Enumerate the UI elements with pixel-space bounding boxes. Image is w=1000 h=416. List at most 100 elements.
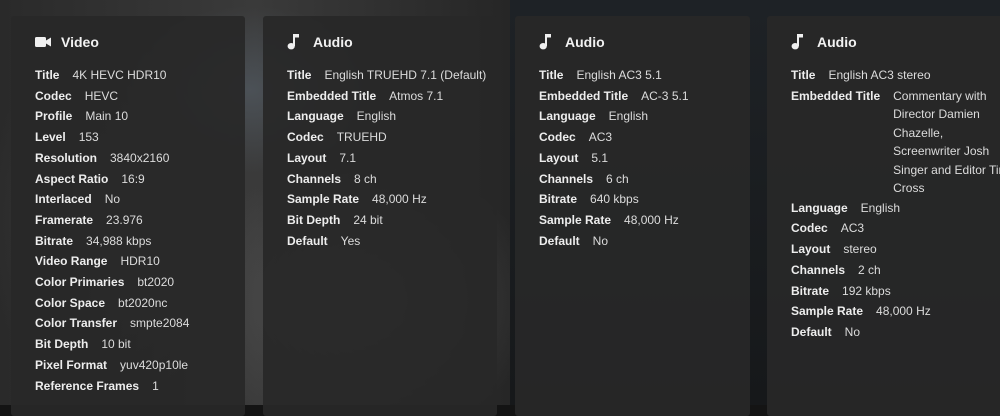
property-label: Embedded Title <box>539 88 629 103</box>
stream-property-row: Level 153 <box>35 127 245 148</box>
property-value: Atmos 7.1 <box>389 88 444 103</box>
property-label: Title <box>35 68 60 82</box>
stream-property-row: Layout stereo <box>791 239 1000 260</box>
card-header: Audio <box>287 33 497 51</box>
stream-property-row: Language English <box>539 106 750 127</box>
property-value: bt2020nc <box>118 295 168 310</box>
stream-property-row: Default No <box>791 322 1000 343</box>
stream-property-row: Channels 8 ch <box>287 169 497 190</box>
stream-property-row: Codec AC3 <box>791 218 1000 239</box>
stream-property-row: Resolution 3840x2160 <box>35 148 245 169</box>
card-header: Audio <box>539 33 750 51</box>
property-value: Main 10 <box>85 109 129 124</box>
stream-property-row: Title English AC3 5.1 <box>539 65 750 86</box>
property-label: Codec <box>35 88 72 103</box>
stream-property-row: Aspect Ratio 16:9 <box>35 169 245 190</box>
stream-property-row: Color Transfer smpte2084 <box>35 313 245 334</box>
property-value: 8 ch <box>354 171 377 186</box>
stream-property-row: Layout 5.1 <box>539 148 750 169</box>
audio-stream-card: Audio Title English TRUEHD 7.1 (Default) Em… <box>263 16 497 416</box>
stream-property-row: Sample Rate 48,000 Hz <box>791 301 1000 322</box>
property-label: Language <box>287 109 344 124</box>
stream-property-row: Bit Depth 10 bit <box>35 334 245 355</box>
stream-property-row: Bit Depth 24 bit <box>287 210 497 231</box>
stream-property-row: Title English AC3 stereo <box>791 65 1000 86</box>
property-value: 48,000 Hz <box>372 192 427 207</box>
property-value: English <box>608 109 649 124</box>
stream-property-row: Default Yes <box>287 231 497 252</box>
property-value: 34,988 kbps <box>86 233 152 248</box>
stream-property-row: Language English <box>287 106 497 127</box>
property-value: smpte2084 <box>130 316 190 331</box>
property-label: Title <box>791 68 816 82</box>
property-label: Sample Rate <box>791 304 864 319</box>
property-value: 24 bit <box>353 212 383 227</box>
property-label: Embedded Title <box>287 88 377 103</box>
property-value: AC3 <box>588 130 613 145</box>
stream-property-row: Bitrate 192 kbps <box>791 281 1000 302</box>
property-value: 153 <box>78 130 99 145</box>
property-value: English AC3 5.1 <box>576 68 662 82</box>
video-camera-icon <box>35 34 51 50</box>
property-label: Video Range <box>35 254 108 269</box>
stream-property-row: Sample Rate 48,000 Hz <box>539 210 750 231</box>
property-value: No <box>104 192 121 207</box>
property-label: Resolution <box>35 150 97 165</box>
stream-property-row: Channels 2 ch <box>791 260 1000 281</box>
stream-property-row: Color Primaries bt2020 <box>35 272 245 293</box>
property-value: 2 ch <box>858 262 881 277</box>
property-value: 3840x2160 <box>110 150 170 165</box>
stream-property-row: Codec AC3 <box>539 127 750 148</box>
property-label: Aspect Ratio <box>35 171 109 186</box>
property-value: 48,000 Hz <box>624 212 679 227</box>
property-value: 7.1 <box>339 150 357 165</box>
stream-property-row: Layout 7.1 <box>287 148 497 169</box>
property-value: English <box>356 109 397 124</box>
card-title: Video <box>61 34 99 50</box>
property-value: 1 <box>152 378 159 393</box>
property-label: Color Space <box>35 295 106 310</box>
property-label: Default <box>791 324 832 339</box>
property-label: Color Primaries <box>35 275 125 290</box>
property-value: 23.976 <box>106 212 143 227</box>
property-label: Layout <box>791 242 831 257</box>
music-note-icon <box>539 34 555 50</box>
property-value: yuv420p10le <box>120 357 189 372</box>
property-label: Framerate <box>35 212 94 227</box>
card-title: Audio <box>313 34 353 50</box>
property-label: Title <box>539 68 564 82</box>
property-value: 6 ch <box>606 171 629 186</box>
property-label: Layout <box>539 150 579 165</box>
property-label: Embedded Title <box>791 88 881 103</box>
stream-property-row: Sample Rate 48,000 Hz <box>287 189 497 210</box>
property-value: Commentary with Director Damien Chazelle… <box>893 88 1000 196</box>
property-label: Level <box>35 130 66 145</box>
card-header: Audio <box>791 33 1000 51</box>
property-label: Language <box>791 200 848 215</box>
property-label: Language <box>539 109 596 124</box>
property-value: 16:9 <box>121 171 145 186</box>
property-label: Codec <box>287 130 324 145</box>
property-value: English TRUEHD 7.1 (Default) <box>324 68 487 82</box>
property-label: Reference Frames <box>35 378 140 393</box>
property-label: Bit Depth <box>35 337 89 352</box>
stream-property-row: Title English TRUEHD 7.1 (Default) <box>287 65 497 86</box>
property-label: Codec <box>539 130 576 145</box>
stream-property-row: Profile Main 10 <box>35 106 245 127</box>
music-note-icon <box>287 34 303 50</box>
stream-property-row: Bitrate 640 kbps <box>539 189 750 210</box>
property-label: Bit Depth <box>287 212 341 227</box>
property-value: English <box>860 200 901 215</box>
card-title: Audio <box>817 34 857 50</box>
property-value: TRUEHD <box>336 130 387 145</box>
video-stream-card: Video Title 4K HEVC HDR10 Codec HEVC Profile M… <box>11 16 245 416</box>
stream-property-row: Bitrate 34,988 kbps <box>35 231 245 252</box>
property-label: Bitrate <box>539 192 578 207</box>
stream-property-row: Framerate 23.976 <box>35 210 245 231</box>
property-value: 640 kbps <box>590 192 639 207</box>
property-value: Yes <box>340 233 361 248</box>
property-label: Bitrate <box>791 283 830 298</box>
music-note-icon <box>791 34 807 50</box>
property-label: Default <box>287 233 328 248</box>
stream-property-row: Title 4K HEVC HDR10 <box>35 65 245 86</box>
